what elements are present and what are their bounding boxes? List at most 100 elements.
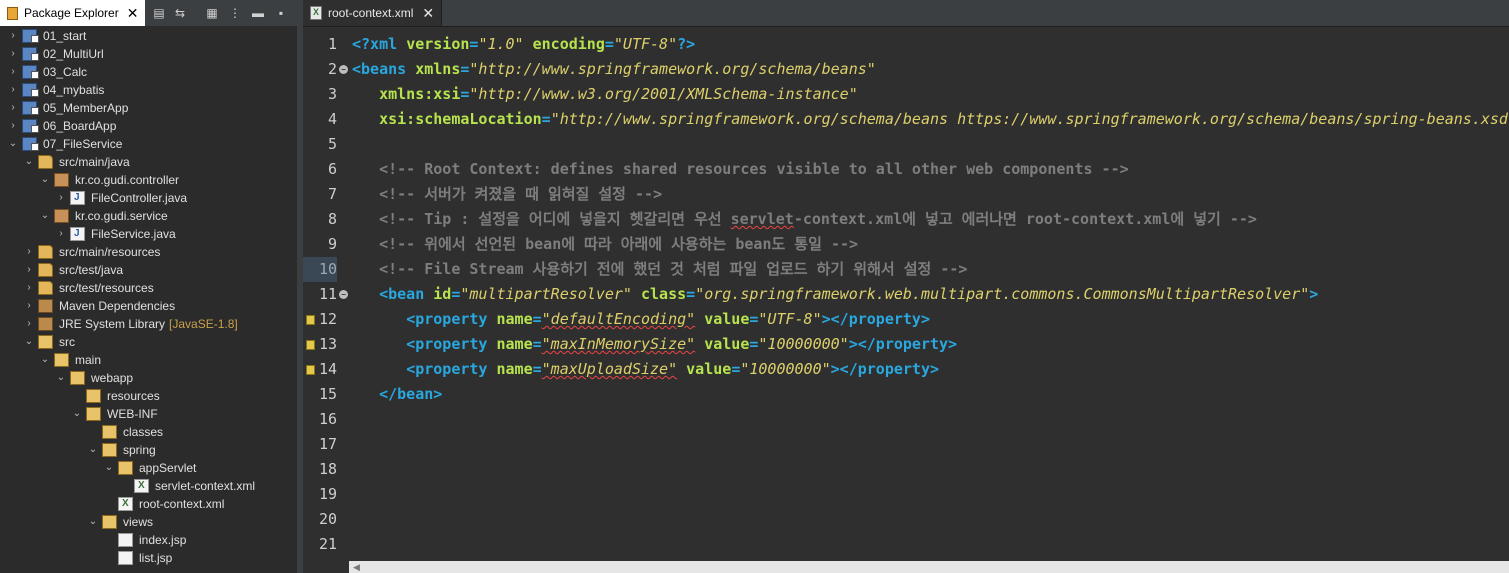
- tree-item[interactable]: ⌄ src: [0, 333, 297, 351]
- tree-item[interactable]: › src/main/resources: [0, 243, 297, 261]
- package-explorer-tab[interactable]: Package Explorer ✕: [0, 0, 145, 26]
- tree-item[interactable]: › src/test/resources: [0, 279, 297, 297]
- code-line[interactable]: <property name="maxInMemorySize" value="…: [352, 332, 957, 357]
- tree-item[interactable]: › 05_MemberApp: [0, 99, 297, 117]
- tree-item[interactable]: ⌄ kr.co.gudi.controller: [0, 171, 297, 189]
- chevron-right-icon[interactable]: ›: [8, 101, 18, 115]
- chevron-down-icon[interactable]: ⌄: [40, 353, 50, 367]
- tree-item[interactable]: root-context.xml: [0, 495, 297, 513]
- tree-item[interactable]: ⌄ src/main/java: [0, 153, 297, 171]
- chevron-right-icon[interactable]: ›: [8, 65, 18, 79]
- tree-item-label: src/test/resources: [59, 281, 154, 295]
- tree-item[interactable]: classes: [0, 423, 297, 441]
- chevron-right-icon[interactable]: ›: [24, 299, 34, 313]
- tree-item[interactable]: › 02_MultiUrl: [0, 45, 297, 63]
- code-line[interactable]: <!-- 위에서 선언된 bean에 따라 아래에 사용하는 bean도 통일 …: [352, 232, 858, 257]
- code-line[interactable]: <bean id="multipartResolver" class="org.…: [352, 282, 1318, 307]
- line-number: 6: [327, 160, 337, 178]
- chevron-down-icon[interactable]: ⌄: [40, 173, 50, 187]
- code-token: name: [496, 360, 533, 378]
- collapse-all-icon[interactable]: ▤: [152, 6, 166, 20]
- link-with-editor-icon[interactable]: ⇆: [173, 6, 187, 20]
- xml-file-icon: [134, 479, 149, 493]
- tree-item[interactable]: resources: [0, 387, 297, 405]
- tree-item[interactable]: ⌄ views: [0, 513, 297, 531]
- code-line[interactable]: <beans xmlns="http://www.springframework…: [352, 57, 876, 82]
- tree-item[interactable]: › 04_mybatis: [0, 81, 297, 99]
- tree-item[interactable]: list.jsp: [0, 549, 297, 567]
- code-line[interactable]: <!-- Tip : 설정을 어디에 넣을지 헷갈리면 우선 servlet-c…: [352, 207, 1257, 232]
- tree-item[interactable]: › 01_start: [0, 27, 297, 45]
- chevron-right-icon[interactable]: ›: [24, 263, 34, 277]
- warning-marker-icon[interactable]: [306, 340, 315, 350]
- chevron-right-icon[interactable]: ›: [8, 29, 18, 43]
- tree-item[interactable]: › JRE System Library [JavaSE-1.8]: [0, 315, 297, 333]
- tree-item[interactable]: ⌄ kr.co.gudi.service: [0, 207, 297, 225]
- filter-icon[interactable]: ▦: [205, 6, 219, 20]
- chevron-down-icon[interactable]: ⌄: [72, 407, 82, 421]
- chevron-down-icon[interactable]: ⌄: [88, 515, 98, 529]
- chevron-right-icon[interactable]: ›: [24, 317, 34, 331]
- chevron-right-icon[interactable]: ›: [24, 245, 34, 259]
- chevron-down-icon[interactable]: ⌄: [8, 137, 18, 151]
- code-editor[interactable]: <?xml version="1.0" encoding="UTF-8"?> <b…: [349, 27, 1509, 561]
- tree-item[interactable]: ⌄ main: [0, 351, 297, 369]
- code-line[interactable]: <property name="maxUploadSize" value="10…: [352, 357, 939, 382]
- code-line[interactable]: <?xml version="1.0" encoding="UTF-8"?>: [352, 32, 695, 57]
- code-line[interactable]: <property name="defaultEncoding" value="…: [352, 307, 930, 332]
- tree-item[interactable]: › 03_Calc: [0, 63, 297, 81]
- code-line[interactable]: <!-- Root Context: defines shared resour…: [352, 157, 1129, 182]
- tree-item[interactable]: › src/test/java: [0, 261, 297, 279]
- view-menu-icon[interactable]: ⋮: [228, 6, 242, 20]
- line-number: 15: [318, 385, 337, 403]
- chevron-down-icon[interactable]: ⌄: [88, 443, 98, 457]
- folder-icon: [118, 461, 133, 475]
- tree-item[interactable]: servlet-context.xml: [0, 477, 297, 495]
- editor-tab-root-context[interactable]: root-context.xml ✕: [303, 0, 442, 26]
- chevron-down-icon[interactable]: ⌄: [56, 371, 66, 385]
- warning-marker-icon[interactable]: [306, 365, 315, 375]
- tree-item[interactable]: ⌄ WEB-INF: [0, 405, 297, 423]
- chevron-down-icon[interactable]: ⌄: [104, 461, 114, 475]
- chevron-right-icon[interactable]: ›: [8, 47, 18, 61]
- chevron-right-icon[interactable]: ›: [8, 119, 18, 133]
- tree-item[interactable]: ⌄ spring: [0, 441, 297, 459]
- tree-item[interactable]: › FileController.java: [0, 189, 297, 207]
- tree-item[interactable]: › FileService.java: [0, 225, 297, 243]
- warning-marker-icon[interactable]: [306, 315, 315, 325]
- tree-item[interactable]: › 06_BoardApp: [0, 117, 297, 135]
- fold-toggle-icon[interactable]: −: [339, 65, 348, 74]
- code-token: value: [704, 335, 750, 353]
- code-line[interactable]: xmlns:xsi="http://www.w3.org/2001/XMLSch…: [352, 82, 858, 107]
- fold-toggle-icon[interactable]: −: [339, 290, 348, 299]
- code-line[interactable]: xsi:schemaLocation="http://www.springfra…: [352, 107, 1509, 132]
- chevron-right-icon[interactable]: ›: [56, 191, 66, 205]
- scroll-left-icon[interactable]: ◀: [353, 561, 360, 573]
- chevron-down-icon[interactable]: ⌄: [40, 209, 50, 223]
- code-token: name: [496, 310, 533, 328]
- tree-item[interactable]: index.jsp: [0, 531, 297, 549]
- chevron-right-icon[interactable]: ›: [56, 227, 66, 241]
- tree-item[interactable]: › Maven Dependencies: [0, 297, 297, 315]
- horizontal-scrollbar[interactable]: ◀: [349, 561, 1509, 573]
- code-token: encoding: [532, 35, 605, 53]
- chevron-right-icon[interactable]: ›: [24, 281, 34, 295]
- chevron-down-icon[interactable]: ⌄: [24, 155, 34, 169]
- close-icon[interactable]: ✕: [422, 6, 434, 20]
- code-line[interactable]: <!-- 서버가 켜졌을 때 읽혀질 설정 -->: [352, 182, 662, 207]
- folder-icon: [102, 515, 117, 529]
- tree-item-label: index.jsp: [139, 533, 187, 547]
- tree-item[interactable]: ⌄ webapp: [0, 369, 297, 387]
- chevron-down-icon[interactable]: ⌄: [24, 335, 34, 349]
- tree-item-label: 04_mybatis: [43, 83, 105, 97]
- code-line[interactable]: </bean>: [352, 382, 442, 407]
- close-icon[interactable]: ✕: [127, 6, 139, 20]
- code-line[interactable]: <!-- File Stream 사용하기 전에 했던 것 처럼 파일 업로드 …: [352, 257, 967, 282]
- chevron-right-icon[interactable]: ›: [8, 83, 18, 97]
- maximize-icon[interactable]: ▪: [274, 6, 288, 20]
- tree-item[interactable]: ⌄ appServlet: [0, 459, 297, 477]
- xml-file-icon: [310, 6, 322, 20]
- minimize-icon[interactable]: ▬: [251, 6, 265, 20]
- tree-item[interactable]: ⌄ 07_FileService: [0, 135, 297, 153]
